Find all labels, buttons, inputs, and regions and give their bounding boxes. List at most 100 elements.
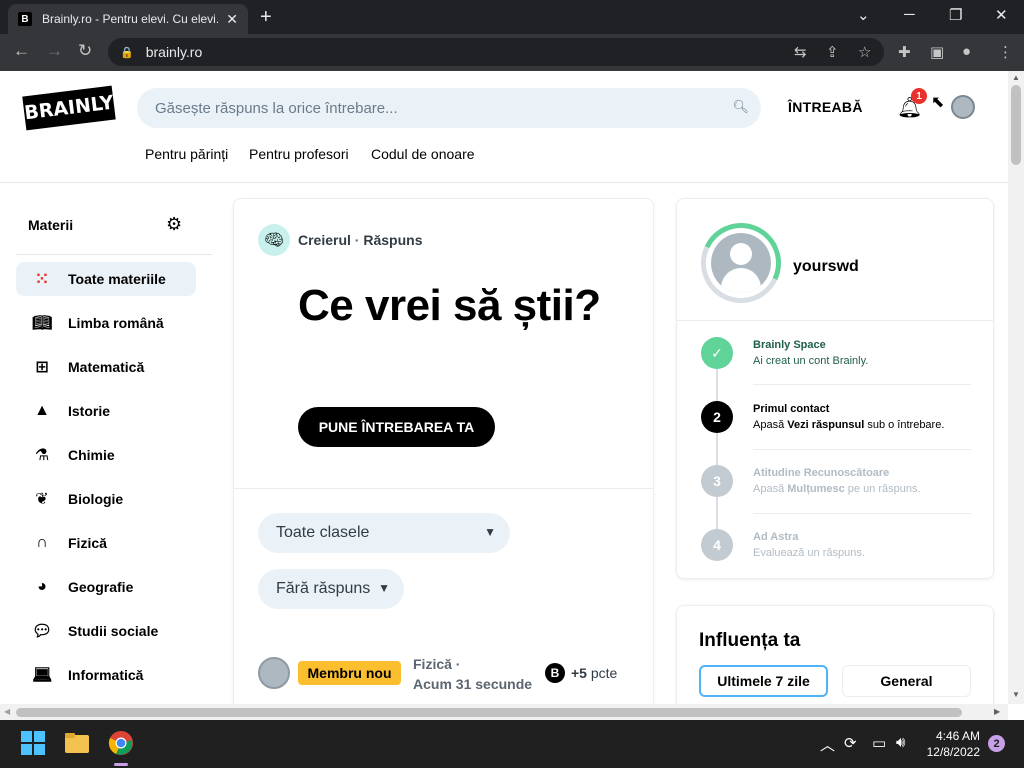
horizontal-scrollbar[interactable]: ◀ ▶ xyxy=(0,704,1008,720)
network-icon[interactable]: ▭ xyxy=(872,734,886,752)
notification-count-badge[interactable]: 2 xyxy=(988,735,1005,752)
reload-icon[interactable]: ↻ xyxy=(78,41,92,61)
sidebar-item-all-subjects[interactable]: ⁙ Toate materiile xyxy=(16,262,196,296)
bookmark-star-icon[interactable]: ☆ xyxy=(858,43,871,61)
sidebar-item-label: Studii sociale xyxy=(68,623,159,639)
file-explorer-icon[interactable] xyxy=(64,730,90,756)
grid-dots-icon: ⁙ xyxy=(35,271,49,288)
book-icon: 📖︎ xyxy=(32,315,53,332)
chat-bubbles-icon: 💬︎ xyxy=(32,623,53,640)
breadcrumb-brain[interactable]: Creierul xyxy=(298,232,351,248)
breadcrumb-separator: · xyxy=(350,232,364,248)
step-4-title: Ad Astra xyxy=(753,531,799,543)
restore-icon[interactable]: ❐ xyxy=(949,6,962,24)
scroll-right-icon[interactable]: ▶ xyxy=(994,707,1000,716)
browser-menu-icon[interactable]: ⋮ xyxy=(998,43,1013,61)
search-input[interactable]: Găsește răspuns la orice întrebare... 🔍︎ xyxy=(137,88,761,128)
sidebar-item-romanian[interactable]: 📖︎ Limba română xyxy=(16,306,196,340)
influence-title: Influența ta xyxy=(699,630,801,651)
chrome-icon[interactable] xyxy=(108,730,134,756)
address-bar[interactable]: 🔒 brainly.ro xyxy=(108,38,884,66)
brainly-page: BRAINLY Găsește răspuns la orice întreba… xyxy=(0,71,1008,704)
sidebar-item-label: Fizică xyxy=(68,535,107,551)
vertical-scrollbar[interactable]: ▲ ▼ xyxy=(1008,71,1024,704)
question-feed-card xyxy=(233,198,654,704)
scroll-down-icon[interactable]: ▼ xyxy=(1012,690,1020,699)
username[interactable]: yourswd xyxy=(793,258,859,276)
ask-question-button[interactable]: PUNE ÎNTREBAREA TA xyxy=(298,407,495,447)
tab-title: Brainly.ro - Pentru elevi. Cu elevi. xyxy=(42,12,219,26)
vertical-scroll-thumb[interactable] xyxy=(1011,85,1021,165)
step-3-desc: Apasă Mulțumesc pe un răspuns. xyxy=(753,483,921,495)
sidebar-item-label: Chimie xyxy=(68,447,115,463)
link-parents[interactable]: Pentru părinți xyxy=(145,146,228,162)
scroll-left-icon[interactable]: ◀ xyxy=(4,707,10,716)
main-divider xyxy=(234,488,653,489)
back-icon[interactable]: ← xyxy=(13,41,30,61)
share-icon[interactable]: ⇪ xyxy=(826,43,839,61)
clock-date: 12/8/2022 xyxy=(926,745,980,759)
tab-general[interactable]: General xyxy=(842,665,971,697)
step-2-number: 2 xyxy=(701,401,733,433)
tray-chevron-up-icon[interactable]: ︿ xyxy=(820,734,835,755)
horizontal-scroll-thumb[interactable] xyxy=(16,708,962,717)
gear-icon[interactable]: ⚙ xyxy=(166,214,182,235)
class-filter-value: Toate clasele xyxy=(276,524,370,541)
question-time: Acum 31 secunde xyxy=(413,676,533,692)
sidebar-item-informatics[interactable]: 💻︎ Informatică xyxy=(16,658,196,692)
sidebar-item-label: Informatică xyxy=(68,667,144,683)
sidebar-item-label: Istorie xyxy=(68,403,111,419)
class-filter-select[interactable]: Toate clasele ▼ xyxy=(258,513,510,553)
search-icon[interactable]: 🔍︎ xyxy=(732,99,749,115)
sidebar-item-chemistry[interactable]: ⚗ Chimie xyxy=(16,438,196,472)
breadcrumb-answer[interactable]: Răspuns xyxy=(363,232,422,248)
sidebar-item-label: Limba română xyxy=(68,315,164,331)
sidebar-item-geography[interactable]: ◕ Geografie xyxy=(16,570,196,604)
volume-icon[interactable]: 🔊︎ xyxy=(896,734,905,751)
answer-filter-select[interactable]: Fără răspuns ▼ xyxy=(258,569,404,609)
link-teachers[interactable]: Pentru profesori xyxy=(249,146,349,162)
windows-start-icon[interactable] xyxy=(20,730,46,756)
link-honor-code[interactable]: Codul de onoare xyxy=(371,146,475,162)
lock-icon[interactable]: 🔒 xyxy=(120,46,134,59)
tab-search-icon[interactable]: ⌄ xyxy=(857,6,870,24)
step-3-desc-bold: Mulțumesc xyxy=(787,483,845,495)
sidebar-item-social-studies[interactable]: 💬︎ Studii sociale xyxy=(16,614,196,648)
notification-badge: 1 xyxy=(911,88,927,104)
step-1-check-icon: ✓ xyxy=(701,337,733,369)
sidebar-item-physics[interactable]: ∩ Fizică xyxy=(16,526,196,560)
new-tab-icon[interactable]: + xyxy=(260,6,272,29)
sidebar-item-history[interactable]: ▲ Istorie xyxy=(16,394,196,428)
windows-taskbar xyxy=(0,720,1024,768)
user-avatar[interactable] xyxy=(951,95,975,119)
scroll-up-icon[interactable]: ▲ xyxy=(1012,73,1020,82)
translate-icon[interactable]: ⇆ xyxy=(794,43,807,61)
brain-icon: 🧠︎ xyxy=(258,224,290,256)
extensions-icon[interactable]: ✚ xyxy=(898,43,911,61)
sidebar-item-math[interactable]: ⊞ Matematică xyxy=(16,350,196,384)
close-tab-icon[interactable]: ✕ xyxy=(226,11,238,28)
minimize-icon[interactable]: ─ xyxy=(904,6,915,23)
brainly-logo[interactable]: BRAINLY xyxy=(22,85,116,131)
forward-icon[interactable]: → xyxy=(46,41,63,61)
ask-button[interactable]: ÎNTREABĂ xyxy=(788,99,863,115)
brainly-favicon-icon: B xyxy=(18,12,32,26)
taskbar-clock[interactable]: 4:46 AM 12/8/2022 xyxy=(918,728,980,760)
side-panel-icon[interactable]: ▣ xyxy=(930,43,944,61)
question-points: +5 pcte xyxy=(571,665,617,681)
points-icon: B xyxy=(545,663,565,683)
sidebar-item-label: Biologie xyxy=(68,491,124,507)
calculator-icon: ⊞ xyxy=(35,359,49,376)
profile-avatar[interactable] xyxy=(711,233,771,293)
profile-icon[interactable]: ● xyxy=(962,43,971,60)
sync-icon[interactable]: ⟳ xyxy=(844,734,857,752)
question-subject[interactable]: Fizică · xyxy=(413,656,460,672)
browser-tab[interactable]: B Brainly.ro - Pentru elevi. Cu elevi. ✕ xyxy=(8,4,248,34)
window-close-icon[interactable]: ✕ xyxy=(995,6,1008,24)
asker-avatar[interactable] xyxy=(258,657,290,689)
sidebar-item-biology[interactable]: ❦ Biologie xyxy=(16,482,196,516)
step-divider xyxy=(753,449,971,450)
pyramid-icon: ▲ xyxy=(34,402,50,419)
header-divider xyxy=(0,182,1008,183)
tab-last-7-days[interactable]: Ultimele 7 zile xyxy=(699,665,828,697)
